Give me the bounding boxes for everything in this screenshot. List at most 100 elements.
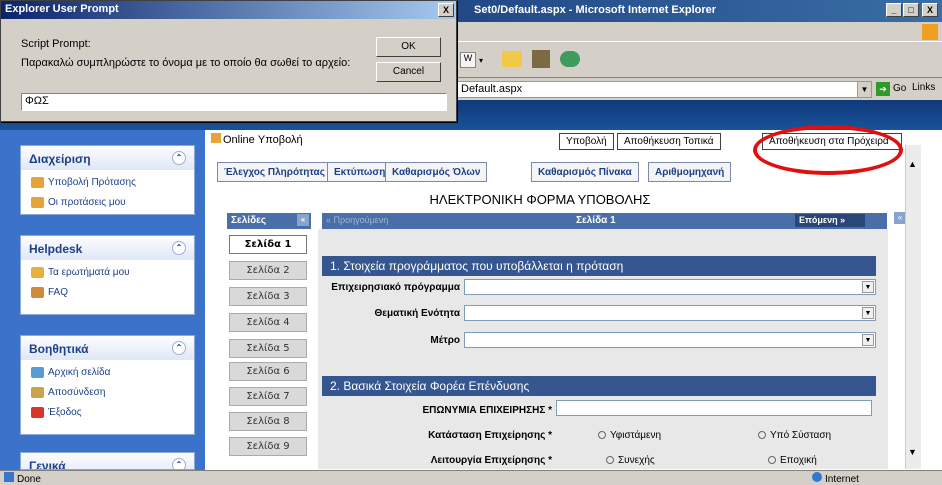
status-text: Done — [4, 472, 41, 485]
radio-seasonal[interactable]: Εποχική — [768, 455, 817, 466]
pages-panel-header: Σελίδες « — [227, 213, 311, 229]
ie-page-icon — [4, 472, 14, 482]
status-label: Κατάσταση Επιχείρησης * — [428, 430, 552, 441]
page-tab-8[interactable]: Σελίδα 8 — [229, 412, 307, 431]
folder-icon — [31, 176, 44, 188]
radio-existing[interactable]: Υφιστάμενη — [598, 430, 661, 441]
sidebar-item-submit[interactable]: Υποβολή Πρότασης — [21, 170, 194, 190]
sidebar-item-logout[interactable]: Αποσύνδεση — [21, 380, 194, 400]
card-title: Helpdesk — [29, 242, 83, 256]
sidebar-item-label: Υποβολή Πρότασης — [48, 176, 136, 188]
thematic-select[interactable]: ▼ — [464, 305, 876, 321]
sidebar-item-home[interactable]: Αρχική σελίδα — [21, 360, 194, 380]
page-tab-1[interactable]: Σελίδα 1 — [229, 235, 307, 254]
pager-bar: « Προηγούμενη Σελίδα 1 Επόμενη » — [322, 213, 887, 229]
collapse-icon[interactable]: ⌃ — [172, 341, 186, 355]
scroll-up-icon[interactable]: ▲ — [908, 159, 917, 169]
chevron-down-icon[interactable]: ▼ — [857, 82, 871, 97]
globe-icon — [812, 472, 822, 482]
page-tab-5[interactable]: Σελίδα 5 — [229, 339, 307, 358]
dialog-title-bar: Explorer User Prompt — [1, 1, 456, 19]
exit-icon — [31, 406, 44, 418]
page-tab-9[interactable]: Σελίδα 9 — [229, 437, 307, 456]
sidebar-item-label: Τα ερωτήματά μου — [48, 266, 130, 278]
sidebar-card-general: Γενικά ⌃ — [20, 452, 195, 470]
print-button[interactable]: Εκτύπωση — [327, 162, 393, 182]
check-completeness-button[interactable]: Έλεγχος Πληρότητας — [217, 162, 332, 182]
card-header[interactable]: Βοηθητικά ⌃ — [21, 336, 194, 360]
links-toolbar[interactable]: Links — [912, 82, 935, 93]
collapse-icon[interactable]: ⌃ — [172, 241, 186, 255]
faq-icon — [31, 286, 44, 298]
highlight-annotation — [753, 125, 903, 175]
page-tab-2[interactable]: Σελίδα 2 — [229, 261, 307, 280]
measure-select[interactable]: ▼ — [464, 332, 876, 348]
folder-icon — [31, 196, 44, 208]
section-1-header: 1. Στοιχεία προγράμματος που υποβάλλεται… — [322, 256, 876, 276]
sidebar-card-utilities: Βοηθητικά ⌃ Αρχική σελίδα Αποσύνδεση Έξοδ… — [20, 335, 195, 435]
history-icon[interactable] — [532, 50, 550, 68]
radio-label: Εποχική — [780, 455, 817, 466]
submit-button[interactable]: Υποβολή — [559, 133, 614, 150]
sidebar-item-faq[interactable]: FAQ — [21, 280, 194, 300]
pencil-icon — [211, 133, 221, 143]
clear-table-button[interactable]: Καθαρισμός Πίνακα — [531, 162, 639, 182]
sidebar-card-helpdesk: Helpdesk ⌃ Τα ερωτήματά μου FAQ — [20, 235, 195, 315]
dialog-close-button[interactable]: X — [438, 3, 454, 17]
radio-label: Συνεχής — [618, 455, 655, 466]
close-button[interactable]: X — [922, 3, 938, 17]
calculator-button[interactable]: Αριθμομηχανή — [648, 162, 732, 182]
next-page-button[interactable]: Επόμενη » — [795, 214, 865, 227]
radio-continuous[interactable]: Συνεχής — [606, 455, 655, 466]
collapse-icon[interactable]: ⌃ — [172, 151, 186, 165]
card-title: Βοηθητικά — [29, 342, 89, 356]
sidebar-item-my-proposals[interactable]: Οι προτάσεις μου — [21, 190, 194, 210]
program-select[interactable]: ▼ — [464, 279, 876, 295]
page-tab-6[interactable]: Σελίδα 6 — [229, 362, 307, 381]
company-name-input[interactable] — [556, 400, 872, 416]
minimize-button[interactable]: _ — [886, 3, 902, 17]
radio-label: Υπό Σύσταση — [770, 430, 832, 441]
collapse-icon[interactable]: ⌃ — [172, 458, 186, 469]
page-tab-3[interactable]: Σελίδα 3 — [229, 287, 307, 306]
chevron-down-icon: ▼ — [862, 334, 874, 346]
radio-icon — [606, 456, 614, 465]
radio-under-formation[interactable]: Υπό Σύσταση — [758, 430, 831, 441]
scroll-down-icon[interactable]: ▼ — [908, 447, 917, 457]
sidebar-item-exit[interactable]: Έξοδος — [21, 400, 194, 420]
restore-button[interactable]: □ — [903, 3, 919, 17]
operation-label: Λειτουργία Επιχείρησης * — [430, 455, 552, 466]
dropdown-arrow-icon[interactable]: ▾ — [479, 56, 483, 65]
ok-button[interactable]: OK — [376, 37, 441, 57]
form-title: ΗΛΕΚΤΡΟΝΙΚΗ ΦΟΡΜΑ ΥΠΟΒΟΛΗΣ — [429, 192, 651, 207]
sidebar-item-label: Έξοδος — [48, 406, 82, 418]
word-icon[interactable]: W — [460, 52, 476, 68]
radio-icon — [758, 431, 766, 440]
card-header[interactable]: Helpdesk ⌃ — [21, 236, 194, 260]
field-label-thematic: Θεματική Ενότητα — [374, 308, 460, 319]
company-name-label: ΕΠΩΝΥΜΙΑ ΕΠΙΧΕΙΡΗΣΗΣ * — [422, 405, 552, 416]
clear-all-button[interactable]: Καθαρισμός Όλων — [385, 162, 488, 182]
radio-icon — [598, 431, 606, 440]
status-label: Done — [17, 474, 41, 485]
cancel-button[interactable]: Cancel — [376, 62, 441, 82]
dialog-message: Παρακαλώ συμπληρώστε το όνομα με το οποί… — [21, 57, 351, 69]
prompt-dialog: Explorer User Prompt X Script Prompt: Πα… — [0, 0, 457, 122]
folder-icon[interactable] — [502, 51, 522, 67]
save-local-button[interactable]: Αποθήκευση Τοπικά — [617, 133, 721, 150]
sidebar-item-my-questions[interactable]: Τα ερωτήματά μου — [21, 260, 194, 280]
prev-page-button[interactable]: « Προηγούμενη — [326, 215, 388, 225]
tab-online-submission[interactable]: Online Υποβολή — [211, 133, 303, 146]
chevron-down-icon: ▼ — [862, 281, 874, 293]
page-tab-4[interactable]: Σελίδα 4 — [229, 313, 307, 332]
page-tab-7[interactable]: Σελίδα 7 — [229, 387, 307, 406]
go-button[interactable]: ➔ Go — [876, 81, 906, 98]
filename-input[interactable]: ΦΩΣ — [21, 93, 447, 111]
vertical-scrollbar[interactable]: ▲ ▼ — [905, 145, 921, 469]
card-header[interactable]: Διαχείριση ⌃ — [21, 146, 194, 170]
collapse-pages-button[interactable]: « — [297, 214, 309, 226]
address-field[interactable]: Default.aspx ▼ — [456, 81, 872, 98]
home-icon — [31, 366, 44, 378]
messenger-icon[interactable] — [560, 51, 580, 67]
card-header[interactable]: Γενικά ⌃ — [21, 453, 194, 469]
